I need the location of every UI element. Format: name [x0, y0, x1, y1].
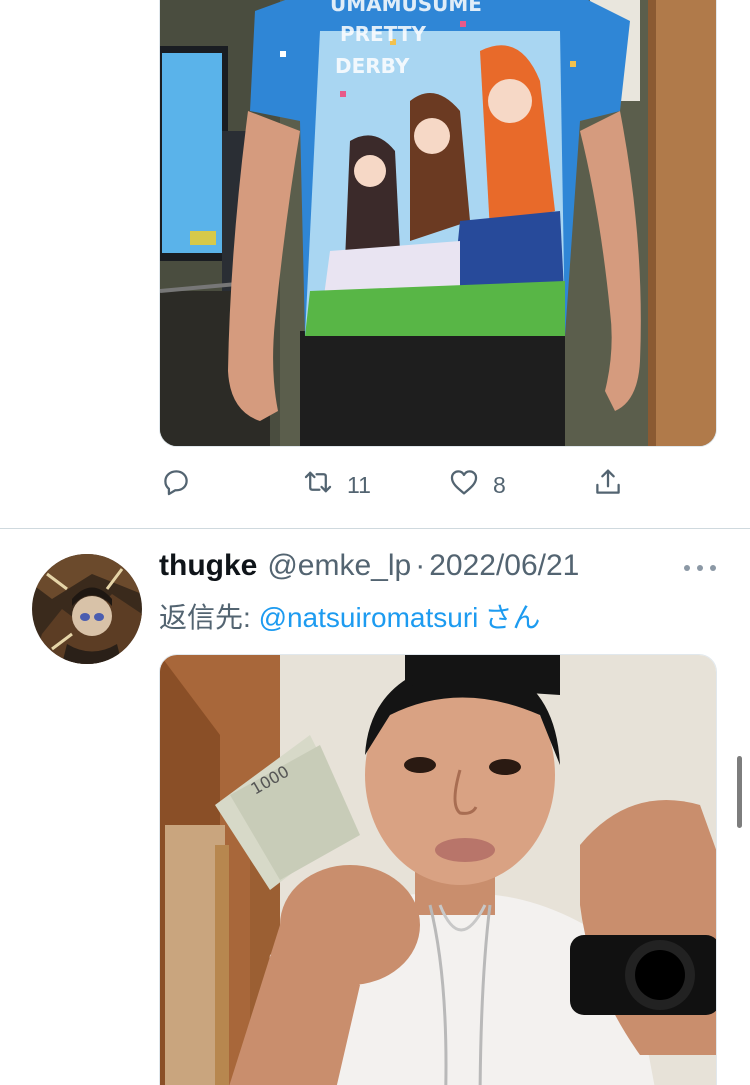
reply-suffix: さん: [484, 602, 541, 633]
heart-icon: [447, 465, 481, 505]
tweet-divider: [0, 528, 750, 529]
like-count: 8: [493, 471, 506, 498]
retweet-button[interactable]: 11: [301, 462, 371, 508]
more-horizontal-icon: [684, 565, 690, 571]
retweet-count: 11: [347, 471, 371, 498]
svg-text:UMAMUSUME: UMAMUSUME: [330, 0, 482, 16]
svg-text:PRETTY: PRETTY: [340, 22, 426, 46]
tweet-date[interactable]: 2022/06/21: [429, 549, 579, 583]
retweet-icon: [301, 465, 335, 505]
timeline: UMAMUSUME PRETTY DERBY 11 8 thugke @emke…: [0, 0, 750, 1085]
share-button[interactable]: [591, 462, 625, 508]
reply-button[interactable]: [159, 462, 193, 508]
more-options-button[interactable]: [684, 556, 716, 580]
photo-shirt-image: UMAMUSUME PRETTY DERBY: [160, 0, 716, 446]
tweet-photo-shirt[interactable]: UMAMUSUME PRETTY DERBY: [159, 0, 717, 447]
display-name[interactable]: thugke: [159, 549, 257, 583]
user-handle[interactable]: @emke_lp: [267, 549, 411, 583]
scrollbar-thumb[interactable]: [737, 756, 742, 828]
photo-selfie-image: 1000: [160, 655, 716, 1085]
tweet-action-bar: 11 8: [159, 462, 639, 508]
svg-text:DERBY: DERBY: [335, 54, 410, 78]
reply-mention-link[interactable]: @natsuiromatsuri: [259, 602, 479, 633]
like-button[interactable]: 8: [447, 462, 506, 508]
tweet-header: thugke @emke_lp · 2022/06/21: [159, 549, 579, 589]
reply-context: 返信先: @natsuiromatsuri さん: [159, 596, 541, 633]
tweet-photo-selfie[interactable]: 1000: [159, 654, 717, 1085]
header-separator: ·: [415, 549, 426, 582]
avatar-image: [32, 554, 142, 664]
avatar[interactable]: [32, 554, 142, 664]
reply-prefix: 返信先:: [159, 602, 259, 633]
share-icon: [591, 465, 625, 505]
reply-icon: [159, 465, 193, 505]
